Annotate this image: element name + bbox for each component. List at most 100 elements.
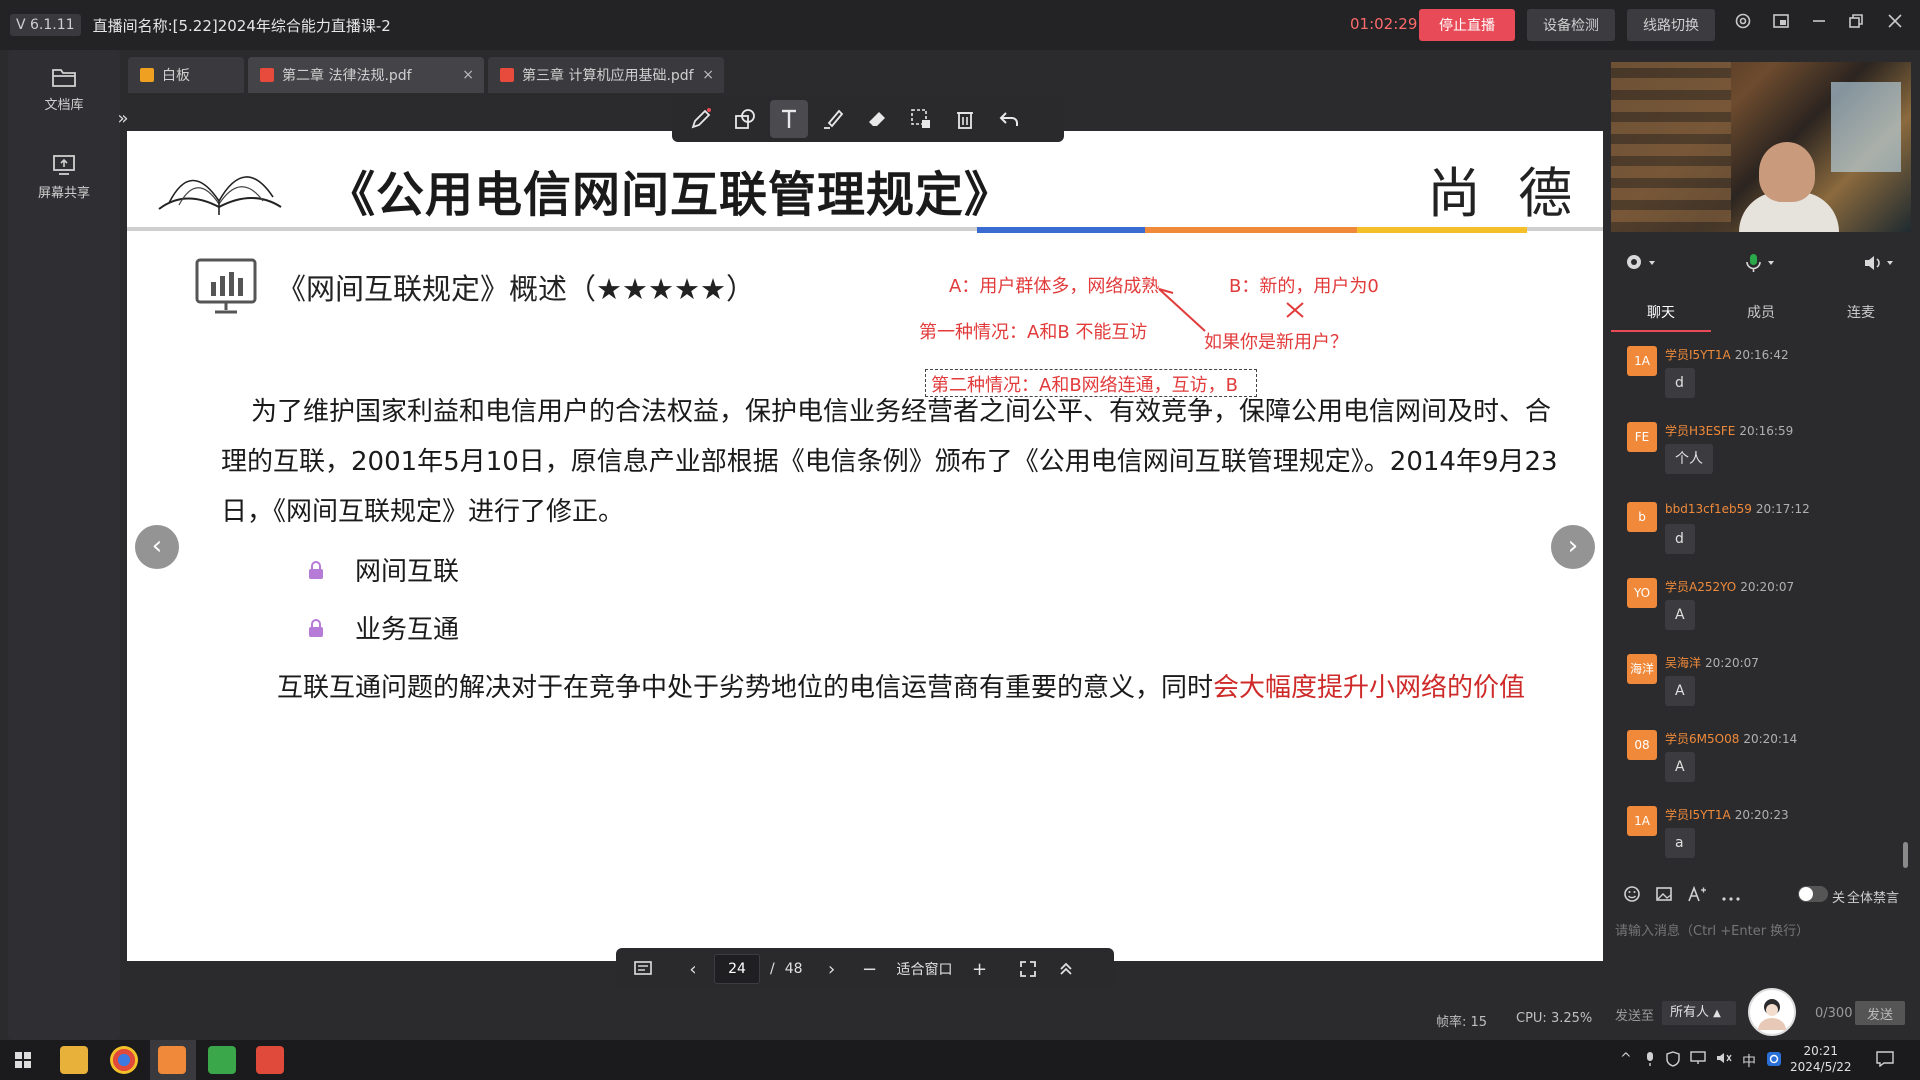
mute-all-label: 全体禁言 [1847,891,1900,906]
chat-message: 1A 学员I5YT1A 20:20:23 a [1627,800,1897,876]
close-icon[interactable] [1882,12,1908,38]
document-tabs: 白板 第二章 法律法规.pdf × 第三章 计算机应用基础.pdf × [128,57,724,93]
microphone-icon[interactable] [1744,253,1778,277]
tab-close-icon[interactable]: × [702,67,714,83]
sidebar-item-screen-share[interactable]: 屏幕共享 [8,154,120,201]
caret-up-icon: ▲ [1713,1008,1721,1019]
text-tool-icon[interactable] [770,100,808,138]
chat-message: YO 学员A252YO 20:20:07 A [1627,572,1897,648]
annotation-toolbar [672,96,1064,142]
font-size-icon[interactable] [1687,885,1707,907]
minimize-icon[interactable] [1806,12,1832,38]
tray-network-icon[interactable] [1690,1051,1706,1069]
settings-icon[interactable] [1730,12,1756,38]
zoom-in-button[interactable]: + [963,952,997,986]
ime-indicator[interactable]: 中 [1742,1051,1756,1071]
undo-icon[interactable] [990,100,1028,138]
tray-mic-icon[interactable] [1644,1051,1656,1071]
camera-icon[interactable] [1625,254,1659,276]
next-slide-button[interactable]: › [1551,525,1595,569]
bullet-item: 业务互通 [307,609,459,646]
tray-volume-icon[interactable] [1716,1051,1732,1069]
popout-window-icon[interactable] [1768,12,1794,38]
paragraph-text: 互联互通问题的解决对于在竞争中处于劣势地位的电信运营商有重要的意义，同时 [277,673,1214,703]
shape-icon[interactable] [726,100,764,138]
device-check-button[interactable]: 设备检测 [1527,9,1615,41]
stop-live-button[interactable]: 停止直播 [1419,9,1515,41]
send-to-select[interactable]: 所有人 ▲ [1662,1001,1736,1025]
tray-shield-icon[interactable] [1666,1051,1680,1071]
message-bubble: 个人 [1665,444,1713,474]
bullet-item: 网间互联 [307,551,459,588]
tab-close-icon[interactable]: × [462,67,474,83]
live-app-icon[interactable] [158,1046,186,1074]
prev-page-button[interactable]: ‹ [676,952,710,986]
tab-members[interactable]: 成员 [1711,296,1811,332]
background-shelf [1611,62,1731,232]
clock-date: 2024/5/22 [1790,1060,1852,1074]
user-avatar[interactable] [1748,988,1796,1036]
page-number-input[interactable] [714,954,760,984]
message-meta: 吴海洋 20:20:07 [1665,654,1759,671]
send-button[interactable]: 发送 [1855,1001,1905,1025]
message-time: 20:16:42 [1734,348,1789,362]
fullscreen-icon[interactable] [1011,952,1045,986]
select-delete-icon[interactable] [902,100,940,138]
speaker-icon[interactable] [1863,254,1897,276]
emoji-icon[interactable] [1623,885,1641,907]
collapse-up-icon[interactable] [1049,952,1083,986]
tray-expand-icon[interactable]: ^ [1620,1051,1632,1067]
message-time: 20:17:12 [1755,502,1810,516]
red-app-icon[interactable] [256,1046,284,1074]
sidebar-item-document-library[interactable]: 文档库 [8,66,120,113]
eraser-icon[interactable] [858,100,896,138]
tab-mic-link[interactable]: 连麦 [1811,296,1911,332]
chat-message: 08 学员6M5O08 20:20:14 A [1627,724,1897,800]
prev-slide-button[interactable]: ‹ [135,525,179,569]
file-explorer-icon[interactable] [60,1046,88,1074]
zoom-out-button[interactable]: − [853,952,887,986]
image-icon[interactable] [1655,885,1673,907]
tab-chapter2-pdf[interactable]: 第二章 法律法规.pdf × [248,57,484,93]
message-bubble: A [1665,676,1695,706]
version-badge: V 6.1.11 [10,14,81,36]
chrome-icon[interactable] [110,1046,138,1074]
chat-message: 海洋 吴海洋 20:20:07 A [1627,648,1897,724]
teacher-camera-feed[interactable] [1611,62,1911,232]
username: 学员A252YO [1665,580,1737,594]
sidebar-item-label: 文档库 [44,98,84,113]
page-separator: / [770,961,775,977]
chat-message: b bbd13cf1eb59 20:17:12 d [1627,496,1897,572]
username: 学员I5YT1A [1665,808,1731,822]
restore-icon[interactable] [1843,12,1869,38]
pdf-icon [260,68,274,82]
notification-icon[interactable] [1876,1051,1894,1071]
tray-app-icon[interactable] [1766,1051,1782,1071]
tab-whiteboard[interactable]: 白板 [128,57,244,93]
next-page-button[interactable]: › [815,952,849,986]
chat-message: FE 学员H3ESFE 20:16:59 个人 [1627,416,1897,492]
message-bubble: d [1665,368,1695,398]
highlighter-icon[interactable] [814,100,852,138]
tab-chat[interactable]: 聊天 [1611,296,1711,332]
line-switch-button[interactable]: 线路切换 [1627,9,1715,41]
trash-icon[interactable] [946,100,984,138]
chat-message-list[interactable]: 1A 学员I5YT1A 20:16:42 d FE 学员H3ESFE 20:16:5… [1611,340,1911,870]
notes-icon[interactable] [626,952,660,986]
more-options-icon[interactable] [1721,887,1741,906]
slide-canvas[interactable]: 《公用电信网间互联管理规定》 尚 德 《网间互联规定》概述（★★★★★） A：用… [127,131,1603,961]
fit-window-button[interactable]: 适合窗口 [897,959,953,979]
tab-chapter3-pdf[interactable]: 第三章 计算机应用基础.pdf × [488,57,724,93]
avatar: 1A [1627,806,1657,836]
mute-all-toggle[interactable] [1798,886,1828,902]
avatar: b [1627,502,1657,532]
windows-start-icon[interactable] [14,1051,32,1073]
message-bubble: a [1665,828,1695,858]
expand-panel-icon[interactable]: » [112,108,134,130]
pen-icon[interactable] [682,100,720,138]
avatar: 08 [1627,730,1657,760]
green-app-icon[interactable] [208,1046,236,1074]
chat-scrollbar[interactable] [1903,842,1908,868]
background-window [1831,82,1901,172]
system-clock[interactable]: 20:21 2024/5/22 [1790,1043,1852,1075]
